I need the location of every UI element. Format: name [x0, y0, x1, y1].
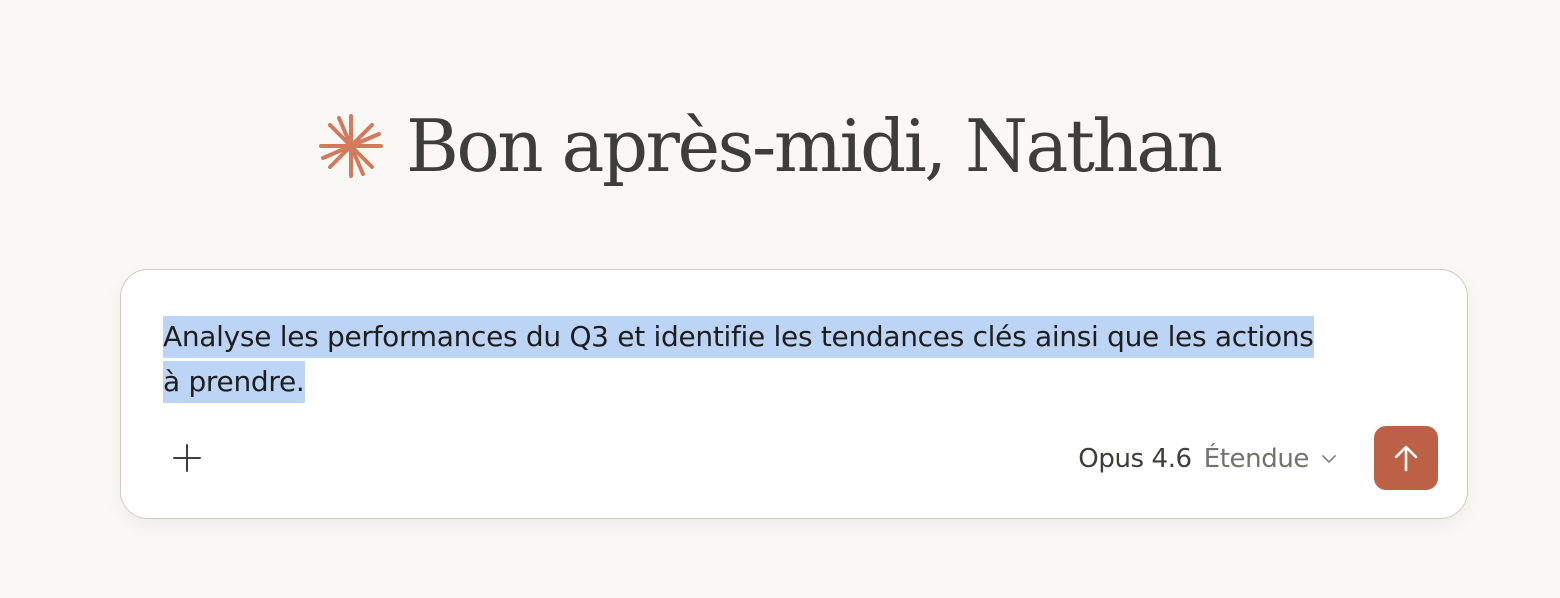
prompt-text-line-2[interactable]: à prendre. — [163, 361, 305, 403]
model-mode: Étendue — [1203, 444, 1310, 474]
add-attachment-button[interactable] — [165, 436, 209, 480]
arrow-up-icon — [1394, 445, 1418, 472]
prompt-input[interactable]: Analyse les performances du Q3 et identi… — [163, 314, 1443, 404]
greeting: Bon après-midi, Nathan — [318, 96, 1223, 196]
model-name: Opus 4.6 — [1078, 444, 1192, 474]
greeting-title: Bon après-midi, Nathan — [406, 104, 1223, 188]
chevron-down-icon — [1319, 449, 1339, 469]
send-button[interactable] — [1374, 426, 1438, 490]
model-selector[interactable]: Opus 4.6 Étendue — [1078, 440, 1339, 478]
prompt-text-line-1[interactable]: Analyse les performances du Q3 et identi… — [163, 316, 1314, 358]
plus-icon — [173, 444, 201, 472]
prompt-composer[interactable]: Analyse les performances du Q3 et identi… — [120, 269, 1468, 519]
spark-icon — [318, 113, 384, 179]
